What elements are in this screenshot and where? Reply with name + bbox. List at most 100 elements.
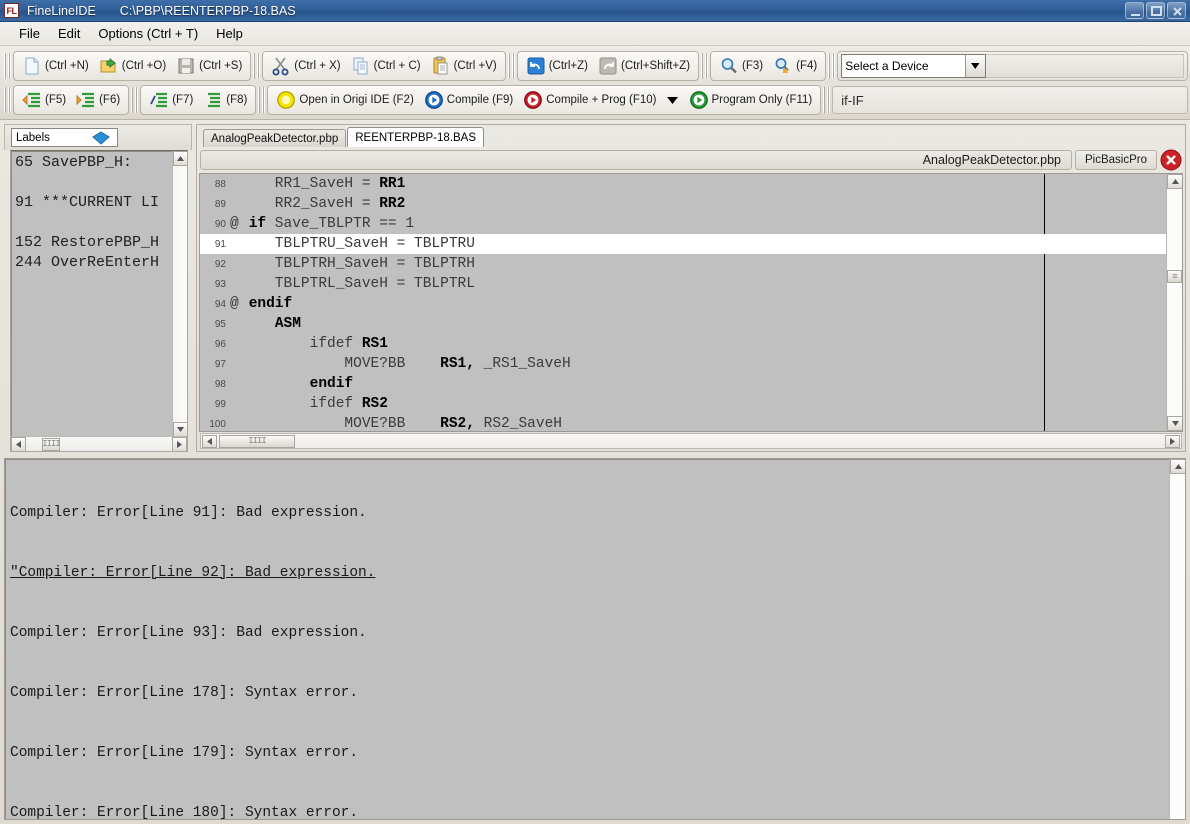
toolbar-grip[interactable] [508, 53, 515, 79]
code-viewport[interactable]: 88 RR1_SaveH = RR1 89 RR2_SaveH = RR2 90… [200, 174, 1166, 431]
chevron-down-icon[interactable] [965, 55, 985, 77]
copy-button[interactable]: (Ctrl + C) [346, 53, 426, 79]
code-line[interactable]: 100 MOVE?BB RS2, RS2_SaveH [200, 414, 1166, 431]
minimize-button[interactable] [1125, 2, 1144, 19]
find-next-label: (F4) [796, 60, 817, 72]
toolbar-grip[interactable] [131, 87, 138, 113]
output-line-selected[interactable]: "Compiler: Error[Line 92]: Bad expressio… [10, 563, 1169, 583]
output-line[interactable]: Compiler: Error[Line 93]: Bad expression… [10, 623, 1169, 643]
scroll-right-arrow-icon[interactable] [1165, 435, 1180, 448]
find-next-button[interactable]: (F4) [768, 53, 822, 79]
code-line-current[interactable]: 91 TBLPTRU_SaveH = TBLPTRU [200, 234, 1166, 254]
indent-prev-icon [22, 90, 42, 110]
compile-button[interactable]: Compile (F9) [419, 87, 518, 113]
menu-file[interactable]: File [10, 24, 49, 43]
toolbar-grip[interactable] [828, 53, 835, 79]
label-name: RestorePBP_H [51, 234, 159, 251]
code-line[interactable]: 98 endif [200, 374, 1166, 394]
blue-play-icon [424, 90, 444, 110]
list-item[interactable]: 65 SavePBP_H: [15, 153, 187, 173]
next-bookmark-button[interactable]: (F6) [71, 87, 125, 113]
comment-button[interactable]: (F7) [144, 87, 198, 113]
build-dropdown-arrow[interactable] [662, 87, 684, 113]
uncomment-button[interactable]: (F8) [198, 87, 252, 113]
cut-button[interactable]: (Ctrl + X) [266, 53, 345, 79]
toolbar-grip[interactable] [4, 87, 11, 113]
code-line[interactable]: 96 ifdef RS1 [200, 334, 1166, 354]
label-line-number: 65 [15, 154, 33, 171]
comment-label: (F7) [172, 94, 193, 106]
redo-button[interactable]: (Ctrl+Shift+Z) [593, 53, 695, 79]
compiler-output-panel[interactable]: Compiler: Error[Line 91]: Bad expression… [4, 458, 1186, 820]
scroll-left-arrow-icon[interactable] [11, 437, 26, 452]
list-item[interactable]: 91 ***CURRENT LI [15, 193, 187, 213]
toolbar-grip[interactable] [258, 87, 265, 113]
code-vscroll-thumb[interactable]: ≡ [1167, 270, 1182, 283]
code-line[interactable]: 95 ASM [200, 314, 1166, 334]
scroll-up-arrow-icon[interactable] [1167, 174, 1183, 189]
label-line-number: 244 [15, 254, 42, 271]
toolbar-grip[interactable] [4, 53, 11, 79]
code-line[interactable]: 88 RR1_SaveH = RR1 [200, 174, 1166, 194]
labels-vertical-scrollbar[interactable] [172, 151, 187, 437]
diamond-dropdown-icon[interactable] [91, 131, 111, 148]
new-file-button[interactable]: (Ctrl +N) [17, 53, 94, 79]
code-vertical-scrollbar[interactable]: ≡ [1166, 174, 1182, 431]
toolbar-grip[interactable] [701, 53, 708, 79]
menu-options[interactable]: Options (Ctrl + T) [89, 24, 207, 43]
output-line[interactable]: Compiler: Error[Line 180]: Syntax error. [10, 803, 1169, 819]
undo-button[interactable]: (Ctrl+Z) [521, 53, 593, 79]
scroll-up-arrow-icon[interactable] [173, 151, 188, 166]
scroll-down-arrow-icon[interactable] [173, 422, 188, 437]
code-line[interactable]: 94@ endif [200, 294, 1166, 314]
scroll-up-arrow-icon[interactable] [1170, 459, 1186, 474]
maximize-button[interactable] [1146, 2, 1165, 19]
labels-horizontal-scrollbar[interactable]: IIII [11, 436, 187, 451]
language-chip[interactable]: PicBasicPro [1075, 150, 1157, 170]
list-item[interactable]: 152 RestorePBP_H [15, 233, 187, 253]
program-only-button[interactable]: Program Only (F11) [684, 87, 818, 113]
list-item[interactable]: 244 OverReEnterH [15, 253, 187, 273]
new-file-label: (Ctrl +N) [45, 60, 89, 72]
menu-edit[interactable]: Edit [49, 24, 89, 43]
toolbar-grip[interactable] [253, 53, 260, 79]
tab-reenterpbp[interactable]: REENTERPBP-18.BAS [347, 127, 484, 147]
labels-hscroll-thumb[interactable]: IIII [42, 438, 60, 451]
find-button[interactable]: (F3) [714, 53, 768, 79]
device-input[interactable] [842, 55, 965, 77]
tab-analogpeakdetector[interactable]: AnalogPeakDetector.pbp [203, 129, 346, 147]
open-file-button[interactable]: (Ctrl +O) [94, 53, 171, 79]
code-line[interactable]: 97 MOVE?BB RS1, _RS1_SaveH [200, 354, 1166, 374]
code-horizontal-scrollbar[interactable]: IIII [200, 433, 1182, 449]
line-marker: @ [230, 294, 240, 314]
prev-bookmark-button[interactable]: (F5) [17, 87, 71, 113]
save-file-button[interactable]: (Ctrl +S) [171, 53, 247, 79]
compile-and-program-button[interactable]: Compile + Prog (F10) [518, 87, 661, 113]
paste-button[interactable]: (Ctrl +V) [426, 53, 502, 79]
close-circle-icon[interactable] [1160, 149, 1182, 171]
open-in-original-ide-button[interactable]: Open in Origi IDE (F2) [271, 87, 418, 113]
code-line[interactable]: 92 TBLPTRH_SaveH = TBLPTRH [200, 254, 1166, 274]
scroll-left-arrow-icon[interactable] [202, 435, 217, 448]
labels-selector[interactable]: Labels [11, 128, 118, 147]
device-combo[interactable] [841, 54, 986, 78]
labels-listbox[interactable]: 65 SavePBP_H: 91 ***CURRENT LI 152 Resto… [10, 150, 188, 452]
code-line[interactable]: 90@ if Save_TBLPTR == 1 [200, 214, 1166, 234]
code-editor[interactable]: 88 RR1_SaveH = RR1 89 RR2_SaveH = RR2 90… [199, 173, 1183, 432]
menu-help[interactable]: Help [207, 24, 252, 43]
scissors-icon [271, 56, 291, 76]
toolbar-grip[interactable] [823, 87, 830, 113]
line-text: RR1_SaveH = RR1 [240, 174, 1166, 194]
code-line[interactable]: 93 TBLPTRL_SaveH = TBLPTRL [200, 274, 1166, 294]
dropdown-arrow-icon [666, 96, 679, 105]
output-vertical-scrollbar[interactable] [1169, 459, 1185, 819]
code-hscroll-thumb[interactable]: IIII [219, 435, 295, 448]
close-button[interactable] [1167, 2, 1186, 19]
code-line[interactable]: 89 RR2_SaveH = RR2 [200, 194, 1166, 214]
output-line[interactable]: Compiler: Error[Line 91]: Bad expression… [10, 503, 1169, 523]
output-line[interactable]: Compiler: Error[Line 178]: Syntax error. [10, 683, 1169, 703]
code-line[interactable]: 99 ifdef RS2 [200, 394, 1166, 414]
scroll-down-arrow-icon[interactable] [1167, 416, 1183, 431]
scroll-right-arrow-icon[interactable] [172, 437, 187, 452]
output-line[interactable]: Compiler: Error[Line 179]: Syntax error. [10, 743, 1169, 763]
